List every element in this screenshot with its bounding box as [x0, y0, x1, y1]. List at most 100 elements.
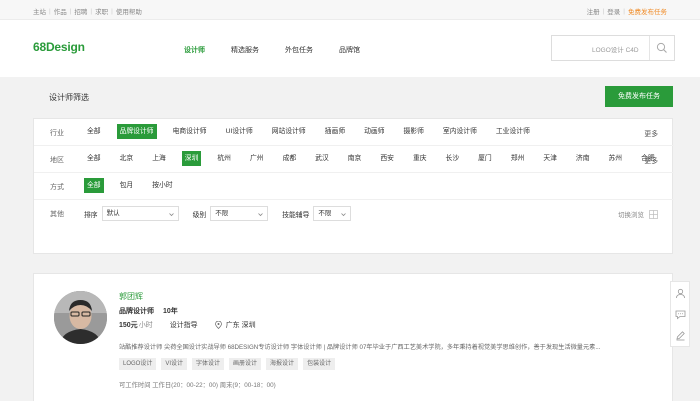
region-option[interactable]: 长沙	[443, 151, 463, 166]
region-option[interactable]: 济南	[573, 151, 593, 166]
region-option[interactable]: 武汉	[312, 151, 332, 166]
region-option[interactable]: 广州	[247, 151, 267, 166]
region-option[interactable]: 重庆	[410, 151, 430, 166]
region-option[interactable]: 成都	[280, 151, 300, 166]
nav-brands[interactable]: 品牌馆	[339, 45, 360, 55]
sort-value: 默认	[106, 210, 120, 217]
industry-option[interactable]: 品牌设计师	[116, 124, 157, 139]
search-icon[interactable]	[656, 42, 668, 54]
top-links: 主站 | 作品 | 招聘 | 求职 | 使用帮助	[33, 6, 142, 17]
region-option[interactable]: 上海	[149, 151, 169, 166]
divider: |	[49, 7, 51, 15]
region-option[interactable]: 郑州	[508, 151, 528, 166]
edit-icon[interactable]	[675, 330, 686, 341]
site-logo[interactable]: 68Design	[33, 40, 85, 54]
designer-position: 设计指导	[169, 322, 198, 329]
sort-select[interactable]: 默认	[101, 206, 179, 221]
region-option[interactable]: 全部	[84, 151, 104, 166]
switch-view-label: 切换浏览	[618, 212, 644, 219]
login-link[interactable]: 登录	[607, 6, 620, 16]
skill-tag[interactable]: 海报设计	[266, 358, 299, 370]
designer-price: 150元	[119, 322, 138, 329]
region-option[interactable]: 厦门	[475, 151, 495, 166]
publish-task-link[interactable]: 免费发布任务	[628, 6, 667, 16]
region-option[interactable]: 北京	[117, 151, 137, 166]
title-row: 设计师筛选 免费发布任务	[33, 77, 673, 117]
nav-designers[interactable]: 设计师	[184, 45, 205, 55]
divider: |	[90, 7, 93, 15]
tutor-select[interactable]: 不限	[313, 206, 352, 221]
region-option[interactable]: 苏州	[606, 151, 626, 166]
avatar[interactable]	[54, 291, 107, 344]
top-link-works[interactable]: 作品	[54, 6, 67, 16]
search-box[interactable]: LOGO设计 C4D	[551, 35, 675, 61]
filter-label-region: 地区	[50, 157, 64, 164]
register-link[interactable]: 注册	[587, 6, 600, 16]
designer-name[interactable]: 郭团辉	[119, 291, 143, 302]
designer-meta: 品牌设计师 10年	[119, 306, 187, 316]
main-nav: 设计师 精选服务 外包任务 品牌馆	[184, 45, 386, 55]
industry-option[interactable]: 动画师	[361, 124, 387, 139]
other-options: 排序 默认 级别 不限 技能辅导 不限	[84, 206, 365, 221]
region-option[interactable]: 杭州	[214, 151, 234, 166]
level-select[interactable]: 不限	[210, 206, 269, 221]
chevron-down-icon	[258, 213, 263, 217]
skill-tag[interactable]: 字体设计	[192, 358, 225, 370]
account-links: 注册 | 登录 | 免费发布任务	[587, 6, 667, 17]
publish-task-button[interactable]: 免费发布任务	[605, 86, 673, 107]
industry-option[interactable]: 工业设计师	[493, 124, 533, 139]
designer-details: 150元 小时 设计指导 广东 深圳	[119, 320, 256, 330]
divider: |	[69, 7, 72, 15]
side-toolbar	[670, 281, 690, 347]
grid-view-icon	[649, 209, 658, 219]
industry-option[interactable]: 室内设计师	[440, 124, 480, 139]
chat-icon[interactable]	[675, 309, 686, 320]
divider: |	[623, 7, 625, 15]
top-link-help[interactable]: 使用帮助	[116, 6, 142, 16]
filter-row-other: 其他 排序 默认 级别 不限 技能辅导 不限 切换浏览	[34, 200, 674, 227]
sort-group: 排序 默认	[84, 206, 179, 221]
level-label: 级别	[192, 211, 207, 219]
skill-tag[interactable]: VI设计	[161, 358, 188, 370]
price-unit: 小时	[138, 322, 153, 329]
industry-option[interactable]: 摄影师	[401, 124, 427, 139]
search-divider	[649, 36, 650, 60]
industry-option[interactable]: 插画师	[322, 124, 348, 139]
mode-option[interactable]: 包月	[117, 178, 137, 193]
level-group: 级别 不限	[193, 206, 269, 221]
search-input[interactable]: LOGO设计 C4D	[592, 44, 639, 54]
top-link-recruit[interactable]: 招聘	[74, 6, 87, 16]
top-link-job-seek[interactable]: 求职	[95, 6, 108, 16]
industry-option[interactable]: 电商设计师	[170, 124, 210, 139]
industry-more-link[interactable]: 更多	[644, 128, 658, 138]
skill-tag[interactable]: 画册设计	[229, 358, 262, 370]
industry-option[interactable]: UI设计师	[223, 124, 256, 139]
region-options: 全部 北京 上海 深圳 杭州 广州 成都 武汉 南京 西安 重庆 长沙 厦门 郑州 天津 济南 苏州 合肥	[84, 151, 671, 166]
industry-options: 全部 品牌设计师 电商设计师 UI设计师 网站设计师 插画师 动画师 摄影师 室内设计师 工业设计…	[84, 124, 546, 139]
region-option[interactable]: 南京	[345, 151, 365, 166]
region-option[interactable]: 天津	[540, 151, 560, 166]
industry-option[interactable]: 全部	[84, 124, 104, 139]
industry-option[interactable]: 网站设计师	[269, 124, 309, 139]
mode-options: 全部 包月 按小时	[84, 178, 189, 193]
mode-option[interactable]: 按小时	[149, 178, 175, 193]
tutor-label: 技能辅导	[282, 211, 310, 219]
region-option[interactable]: 深圳	[181, 151, 202, 166]
skill-tag[interactable]: LOGO设计	[119, 358, 157, 370]
region-option[interactable]: 西安	[377, 151, 397, 166]
region-more-link[interactable]: 更多	[644, 155, 658, 165]
designer-card[interactable]: 郭团辉 品牌设计师 10年 150元 小时 设计指导 广东 深圳 站酷推荐设计师…	[33, 273, 673, 401]
nav-outsourcing[interactable]: 外包任务	[285, 45, 313, 55]
designer-bio: 站酷推荐设计师 尖荷全国设计实战导师 68DESIGN专访设计师 字体设计师 |…	[119, 344, 601, 351]
sort-label: 排序	[84, 211, 98, 219]
work-time: 可工作时间 工作日(20：00-22：00) 周末(9：00-18：00)	[119, 382, 276, 389]
nav-services[interactable]: 精选服务	[231, 45, 259, 55]
switch-view-toggle[interactable]: 切换浏览	[618, 209, 658, 219]
level-value: 不限	[215, 210, 229, 217]
top-link-main[interactable]: 主站	[33, 6, 46, 16]
filter-label-industry: 行业	[50, 130, 64, 137]
mode-option[interactable]: 全部	[84, 178, 104, 193]
designer-location: 广东 深圳	[225, 322, 256, 329]
user-icon[interactable]	[675, 288, 686, 299]
skill-tag[interactable]: 包装设计	[303, 358, 336, 370]
